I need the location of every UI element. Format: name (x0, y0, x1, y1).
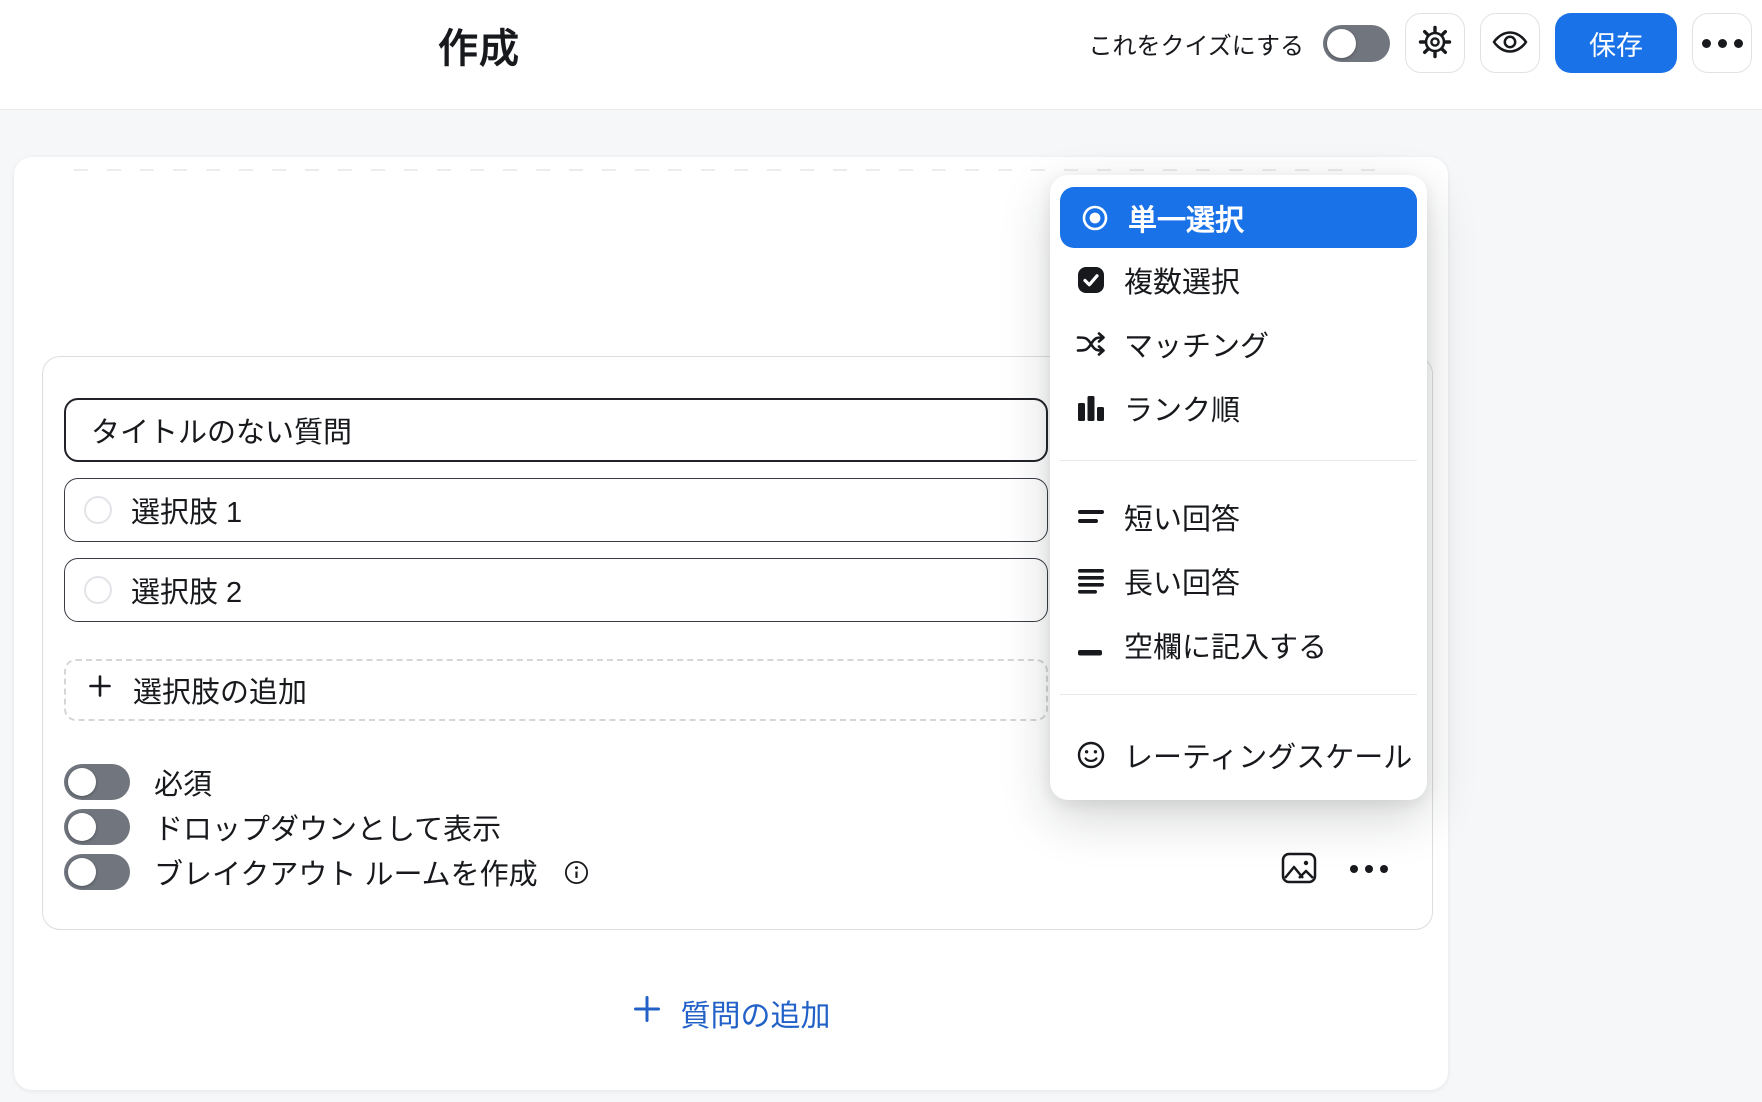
add-choice-label: 選択肢の追加 (133, 669, 307, 711)
checkbox-icon (1076, 265, 1106, 295)
long-answer-icon (1076, 566, 1106, 596)
radio-selected-icon (1080, 203, 1110, 233)
info-icon[interactable] (564, 860, 589, 885)
radio-icon (84, 496, 112, 524)
ellipsis-icon (1702, 39, 1743, 48)
question-title-input[interactable]: タイトルのない質問 (64, 398, 1048, 462)
breakout-toggle-row: ブレイクアウト ルームを作成 (64, 851, 589, 893)
menu-item-matching[interactable]: マッチング (1060, 312, 1417, 376)
short-answer-icon (1076, 502, 1106, 532)
menu-item-rating-scale[interactable]: レーティングスケール (1060, 723, 1417, 787)
top-bar: 作成 これをクイズにする (0, 0, 1762, 110)
quiz-toggle-label: これをクイズにする (1088, 26, 1304, 61)
choice-label: 選択肢 2 (131, 569, 242, 611)
toggle-knob (1327, 29, 1356, 58)
bar-chart-icon (1076, 393, 1106, 423)
add-choice-button[interactable]: 選択肢の追加 (64, 659, 1048, 721)
menu-divider (1060, 694, 1417, 695)
breakout-label: ブレイクアウト ルームを作成 (154, 851, 538, 893)
fill-blank-icon (1076, 630, 1106, 660)
more-button[interactable] (1692, 13, 1752, 73)
choice-row[interactable]: 選択肢 1 (64, 478, 1048, 542)
image-icon (1281, 852, 1317, 887)
plus-icon (632, 994, 662, 1032)
add-question-label: 質問の追加 (681, 991, 831, 1035)
menu-item-single-choice[interactable]: 単一選択 (1060, 187, 1417, 248)
question-type-menu: 単一選択 複数選択 マッチング (1050, 175, 1427, 800)
menu-item-fill-blank[interactable]: 空欄に記入する (1060, 613, 1417, 677)
menu-divider (1060, 460, 1417, 461)
menu-item-short-answer[interactable]: 短い回答 (1060, 485, 1417, 549)
menu-item-rank-order[interactable]: ランク順 (1060, 376, 1417, 440)
menu-item-multiple-choice[interactable]: 複数選択 (1060, 248, 1417, 312)
required-label: 必須 (154, 761, 212, 803)
save-button[interactable]: 保存 (1555, 13, 1677, 73)
toggle-knob (68, 858, 96, 886)
quiz-toggle[interactable] (1323, 25, 1390, 62)
radio-icon (84, 576, 112, 604)
preview-button[interactable] (1480, 13, 1540, 73)
toggle-knob (68, 813, 96, 841)
question-title-value: タイトルのない質問 (91, 409, 352, 451)
drag-handle[interactable] (74, 169, 1388, 171)
dropdown-toggle[interactable] (64, 809, 130, 845)
choice-row[interactable]: 選択肢 2 (64, 558, 1048, 622)
page-title: 作成 (438, 16, 520, 74)
menu-item-long-answer[interactable]: 長い回答 (1060, 549, 1417, 613)
settings-button[interactable] (1405, 13, 1465, 73)
plus-icon (87, 673, 113, 707)
choice-label: 選択肢 1 (131, 489, 242, 531)
dropdown-toggle-row: ドロップダウンとして表示 (64, 806, 501, 848)
add-question-button[interactable]: 質問の追加 (14, 989, 1448, 1037)
gear-icon (1418, 25, 1452, 62)
poll-editor-screen: 作成 これをクイズにする (0, 0, 1762, 1102)
eye-icon (1492, 28, 1528, 59)
breakout-toggle[interactable] (64, 854, 130, 890)
header-actions: これをクイズにする (1088, 13, 1752, 73)
ellipsis-icon (1350, 865, 1388, 873)
toggle-knob (68, 768, 96, 796)
shuffle-icon (1076, 329, 1106, 359)
required-toggle[interactable] (64, 764, 130, 800)
required-toggle-row: 必須 (64, 761, 212, 803)
add-image-button[interactable] (1271, 845, 1327, 893)
question-more-button[interactable] (1341, 849, 1397, 889)
dropdown-label: ドロップダウンとして表示 (154, 806, 501, 848)
smiley-icon (1076, 740, 1106, 770)
